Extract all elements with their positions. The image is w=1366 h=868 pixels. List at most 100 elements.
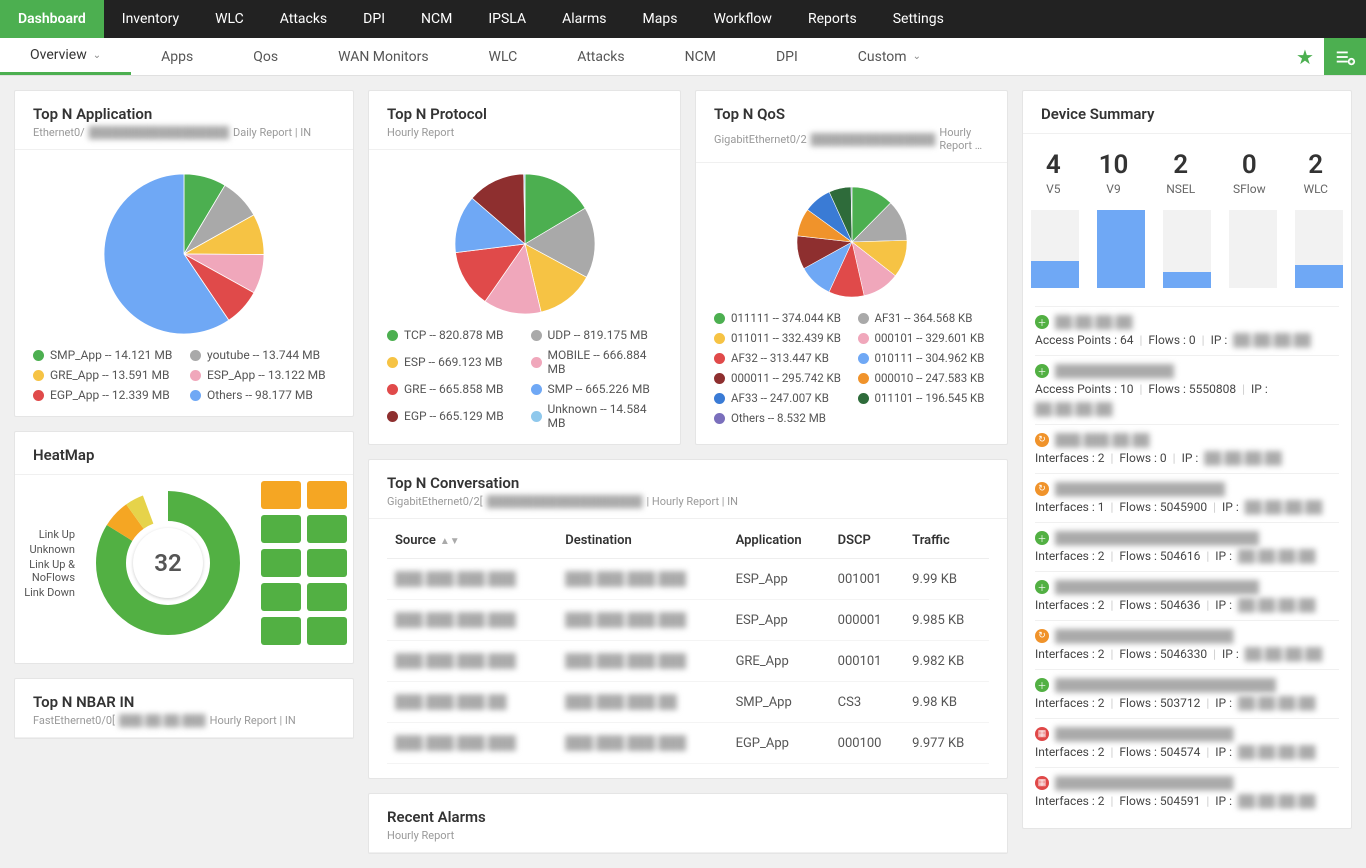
topnav-wlc[interactable]: WLC bbox=[197, 0, 262, 38]
col-source[interactable]: Source▲▼ bbox=[387, 523, 557, 559]
heatmap-cell[interactable] bbox=[307, 515, 347, 543]
device-item[interactable]: ＋██.██.██.██Access Points : 64|Flows : 0… bbox=[1035, 306, 1339, 355]
pie-chart-qos[interactable] bbox=[714, 177, 989, 311]
heatmap-cell[interactable] bbox=[307, 617, 347, 645]
heatmap-cell[interactable] bbox=[307, 549, 347, 577]
subnav-dpi[interactable]: DPI bbox=[746, 38, 828, 75]
device-bar-v9[interactable] bbox=[1097, 210, 1145, 288]
heatmap-cell[interactable] bbox=[261, 583, 301, 611]
device-item[interactable]: ↻███.███.██.██Interfaces : 2|Flows : 0|I… bbox=[1035, 424, 1339, 473]
subnav-wlc[interactable]: WLC bbox=[459, 38, 548, 75]
legend-item[interactable]: 010111 -- 304.962 KB bbox=[858, 351, 990, 365]
legend-item[interactable]: EGP_App -- 12.339 MB bbox=[33, 388, 178, 402]
device-count-wlc[interactable]: 2WLC bbox=[1303, 150, 1328, 196]
legend-label: SMP_App -- 14.121 MB bbox=[50, 348, 172, 362]
heatmap-cell[interactable] bbox=[307, 481, 347, 509]
cell-dscp: 001001 bbox=[830, 559, 904, 600]
col-destination[interactable]: Destination bbox=[557, 523, 727, 559]
legend-item[interactable]: EGP -- 665.129 MB bbox=[387, 402, 519, 430]
pie-chart-protocol[interactable] bbox=[387, 164, 662, 328]
legend-item[interactable]: AF31 -- 364.568 KB bbox=[858, 311, 990, 325]
heatmap-grid[interactable] bbox=[261, 481, 347, 645]
device-bar-v5[interactable] bbox=[1031, 210, 1079, 288]
topnav-dpi[interactable]: DPI bbox=[345, 0, 403, 38]
device-item[interactable]: ＋██████████████████████████Interfaces : … bbox=[1035, 669, 1339, 718]
legend-item[interactable]: Unknown -- 14.584 MB bbox=[531, 402, 663, 430]
device-item[interactable]: ＋████████████████████████Interfaces : 2|… bbox=[1035, 522, 1339, 571]
device-bar-nsel[interactable] bbox=[1163, 210, 1211, 288]
legend-item[interactable]: ESP_App -- 13.122 MB bbox=[190, 368, 335, 382]
subnav-ncm[interactable]: NCM bbox=[655, 38, 746, 75]
legend-item[interactable]: 000010 -- 247.583 KB bbox=[858, 371, 990, 385]
legend-item[interactable]: AF32 -- 313.447 KB bbox=[714, 351, 846, 365]
device-item[interactable]: ▦█████████████████████Interfaces : 2|Flo… bbox=[1035, 718, 1339, 767]
topnav-reports[interactable]: Reports bbox=[790, 0, 875, 38]
legend-item[interactable]: GRE_App -- 13.591 MB bbox=[33, 368, 178, 382]
legend-item[interactable]: 000101 -- 329.601 KB bbox=[858, 331, 990, 345]
device-item[interactable]: ＋██████████████Access Points : 10|Flows … bbox=[1035, 355, 1339, 424]
heatmap-cell[interactable] bbox=[307, 583, 347, 611]
topnav-attacks[interactable]: Attacks bbox=[262, 0, 345, 38]
legend-item[interactable]: 011111 -- 374.044 KB bbox=[714, 311, 846, 325]
legend-item[interactable]: 011101 -- 196.545 KB bbox=[858, 391, 990, 405]
topnav-alarms[interactable]: Alarms bbox=[544, 0, 624, 38]
device-bars-chart[interactable] bbox=[1023, 196, 1351, 306]
col-application[interactable]: Application bbox=[728, 523, 830, 559]
legend-item[interactable]: TCP -- 820.878 MB bbox=[387, 328, 519, 342]
legend-label: Unknown -- 14.584 MB bbox=[548, 402, 663, 430]
subnav-apps[interactable]: Apps bbox=[131, 38, 223, 75]
device-item[interactable]: ↻████████████████████Interfaces : 1|Flow… bbox=[1035, 473, 1339, 522]
device-item[interactable]: ↻█████████████████████Interfaces : 2|Flo… bbox=[1035, 620, 1339, 669]
pie-chart-application[interactable] bbox=[33, 164, 335, 348]
col-traffic[interactable]: Traffic bbox=[904, 523, 989, 559]
device-bar-sflow[interactable] bbox=[1229, 210, 1277, 288]
device-stat: IP : bbox=[1215, 794, 1232, 808]
table-row[interactable]: ███.███.███.██████.███.███.███GRE_App000… bbox=[387, 641, 989, 682]
subnav-qos[interactable]: Qos bbox=[223, 38, 308, 75]
add-widget-button[interactable] bbox=[1324, 38, 1366, 75]
heatmap-cell[interactable] bbox=[261, 549, 301, 577]
topnav-ipsla[interactable]: IPSLA bbox=[470, 0, 544, 38]
topnav-ncm[interactable]: NCM bbox=[403, 0, 470, 38]
device-bar-wlc[interactable] bbox=[1295, 210, 1343, 288]
legend-item[interactable]: youtube -- 13.744 MB bbox=[190, 348, 335, 362]
legend-item[interactable]: UDP -- 819.175 MB bbox=[531, 328, 663, 342]
heatmap-cell[interactable] bbox=[261, 617, 301, 645]
legend-item[interactable]: Others -- 98.177 MB bbox=[190, 388, 335, 402]
legend-qos: 011111 -- 374.044 KB AF31 -- 364.568 KB 01… bbox=[714, 311, 989, 425]
legend-item[interactable]: MOBILE -- 666.884 MB bbox=[531, 348, 663, 376]
legend-item[interactable]: 000011 -- 295.742 KB bbox=[714, 371, 846, 385]
topnav-maps[interactable]: Maps bbox=[625, 0, 696, 38]
favorite-star-icon[interactable]: ★ bbox=[1286, 38, 1324, 75]
legend-item[interactable]: AF33 -- 247.007 KB bbox=[714, 391, 846, 405]
legend-item[interactable]: GRE -- 665.858 MB bbox=[387, 382, 519, 396]
device-stat: IP : bbox=[1215, 598, 1232, 612]
device-item[interactable]: ▦█████████████████████Interfaces : 2|Flo… bbox=[1035, 767, 1339, 816]
subnav-custom[interactable]: Custom⌄ bbox=[828, 38, 951, 75]
heatmap-cell[interactable] bbox=[261, 481, 301, 509]
legend-item[interactable]: SMP_App -- 14.121 MB bbox=[33, 348, 178, 362]
topnav-settings[interactable]: Settings bbox=[875, 0, 962, 38]
device-count-v5[interactable]: 4V5 bbox=[1046, 150, 1061, 196]
table-row[interactable]: ███.███.███.██████.███.███.███ESP_App001… bbox=[387, 559, 989, 600]
subnav-attacks[interactable]: Attacks bbox=[547, 38, 654, 75]
device-item[interactable]: ＋████████████████████████Interfaces : 2|… bbox=[1035, 571, 1339, 620]
subnav-overview[interactable]: Overview⌄ bbox=[0, 38, 131, 75]
table-row[interactable]: ███.███.███.█████.███.███.██SMP_AppCS39.… bbox=[387, 682, 989, 723]
table-row[interactable]: ███.███.███.██████.███.███.███ESP_App000… bbox=[387, 600, 989, 641]
device-count-nsel[interactable]: 2NSEL bbox=[1166, 150, 1195, 196]
legend-item[interactable]: ESP -- 669.123 MB bbox=[387, 348, 519, 376]
topnav-inventory[interactable]: Inventory bbox=[104, 0, 197, 38]
subnav-wan-monitors[interactable]: WAN Monitors bbox=[308, 38, 458, 75]
table-row[interactable]: ███.███.███.██████.███.███.███EGP_App000… bbox=[387, 723, 989, 764]
heatmap-cell[interactable] bbox=[261, 515, 301, 543]
heatmap-donut[interactable]: 32 bbox=[93, 488, 243, 638]
col-dscp[interactable]: DSCP bbox=[830, 523, 904, 559]
device-count-sflow[interactable]: 0SFlow bbox=[1233, 150, 1266, 196]
device-count-v9[interactable]: 10V9 bbox=[1099, 150, 1129, 196]
topnav-workflow[interactable]: Workflow bbox=[695, 0, 790, 38]
legend-item[interactable]: SMP -- 665.226 MB bbox=[531, 382, 663, 396]
legend-item[interactable]: 011011 -- 332.439 KB bbox=[714, 331, 846, 345]
legend-item[interactable]: Others -- 8.532 MB bbox=[714, 411, 846, 425]
topnav-dashboard[interactable]: Dashboard bbox=[0, 0, 104, 38]
